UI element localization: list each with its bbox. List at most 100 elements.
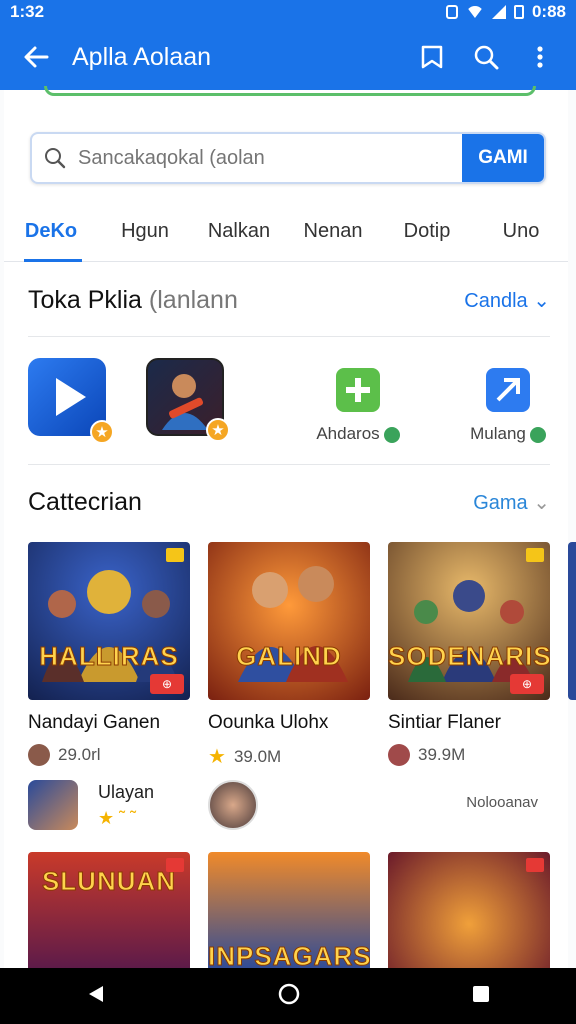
small-app-ahdaros[interactable]: Ahdaros xyxy=(308,368,408,444)
featured-apps: ★ ★ Ahdaros Mulang xyxy=(28,358,550,458)
game-card-title: Nandayi Ganen xyxy=(28,712,161,733)
small-app-label-text: Mulang xyxy=(470,424,526,443)
game-card-image: SLUNUAN xyxy=(28,852,190,972)
square-recents-icon xyxy=(473,985,489,1002)
game-card-image: INPSAGARS xyxy=(208,852,370,972)
nav-home-button[interactable] xyxy=(277,982,301,1011)
search-icon xyxy=(474,45,499,70)
triangle-back-icon xyxy=(89,985,103,1002)
arrow-left-icon xyxy=(24,46,49,68)
search-input[interactable] xyxy=(78,146,462,170)
tab-nalkan[interactable]: Nalkan xyxy=(192,208,286,261)
featured-title: Toka Pklia (lanlann xyxy=(28,286,238,315)
tag-icon xyxy=(526,858,544,872)
divider xyxy=(28,336,550,337)
bookmark-button[interactable] xyxy=(410,35,454,79)
more-vert-icon xyxy=(537,46,543,68)
game-card[interactable]: SODENARIS ⊕ Sintiar Flaner 39.9M xyxy=(388,542,550,766)
check-badge-icon xyxy=(383,426,400,443)
featured-link[interactable]: Candla ⌄ xyxy=(464,288,550,313)
app-screen: 1:32 0:88 Aplla Aolaan Sancakaqokal (aol… xyxy=(0,0,576,1024)
categories-title: Cattecrian xyxy=(28,488,142,516)
game-art-title: SODENARIS xyxy=(388,641,550,672)
plus-icon xyxy=(346,378,370,402)
game-card[interactable] xyxy=(388,852,550,972)
more-options-button[interactable] xyxy=(518,35,562,79)
small-app-mulang[interactable]: Mulang xyxy=(458,368,558,444)
star-badge-icon: ★ xyxy=(90,420,114,444)
categories-header: Cattecrian Gama ⌄ xyxy=(28,488,550,517)
game-card-meta: 29.0rl xyxy=(28,744,190,766)
chevron-down-icon: ⌄ xyxy=(533,492,550,514)
tab-hgun[interactable]: Hgun xyxy=(98,208,192,261)
status-bar: 1:32 0:88 xyxy=(0,0,576,24)
rating-badge: ⊕ xyxy=(150,674,184,694)
bookmark-icon xyxy=(421,45,443,69)
game-cards: HALLIRAS ⊕ Nandayi Ganen 29.0rl GALIND O… xyxy=(28,542,576,782)
game-card-image xyxy=(568,542,576,700)
game-card-meta-text: 39.0M xyxy=(233,746,282,766)
small-app-label: Mulang xyxy=(458,424,558,444)
status-time: 1:32 xyxy=(10,2,45,21)
video-player-app-icon[interactable]: ★ xyxy=(28,358,114,444)
circle-home-icon xyxy=(278,983,300,1004)
search-button[interactable] xyxy=(464,35,508,79)
game-card[interactable]: HALLIRAS ⊕ Nandayi Ganen 29.0rl xyxy=(28,542,190,766)
creator-avatar[interactable] xyxy=(28,780,78,830)
game-art-title: GALIND xyxy=(236,641,342,672)
heroes-artwork xyxy=(238,566,348,682)
game-card-image xyxy=(388,852,550,972)
game-card-title: Oounka Ulohx xyxy=(208,712,329,733)
wifi-icon xyxy=(465,6,484,18)
nav-back-button[interactable] xyxy=(85,983,107,1010)
tag-icon xyxy=(166,548,184,562)
divider xyxy=(28,464,550,465)
categories-link[interactable]: Gama ⌄ xyxy=(473,490,550,515)
game-card-meta: 39.9M xyxy=(388,744,550,766)
send-app-icon xyxy=(486,368,530,412)
creator-name: Ulayan xyxy=(98,782,155,802)
app-bar: Aplla Aolaan xyxy=(0,24,576,90)
game-card[interactable]: GALIND Oounka Ulohx ★ 39.0M xyxy=(208,542,370,769)
battery-icon xyxy=(513,5,524,19)
game-card[interactable]: INPSAGARS xyxy=(208,852,370,972)
arrow-up-right-icon xyxy=(496,378,520,402)
avatar-icon xyxy=(28,744,50,766)
tag-icon xyxy=(166,858,184,872)
game-card[interactable]: SLUNUAN xyxy=(28,852,190,972)
categories-link-label: Gama xyxy=(473,492,528,514)
status-icons: 0:88 xyxy=(445,2,566,22)
more-game-cards: SLUNUAN INPSAGARS xyxy=(28,852,576,972)
search-submit-button[interactable]: GAMI xyxy=(462,134,544,182)
signal-icon xyxy=(491,5,506,19)
back-button[interactable] xyxy=(14,35,58,79)
game-card-partial[interactable] xyxy=(568,542,576,700)
tab-nenan[interactable]: Nenan xyxy=(286,208,380,261)
check-badge-icon xyxy=(529,426,546,443)
search-bar: GAMI xyxy=(30,132,546,184)
game-card-image: HALLIRAS ⊕ xyxy=(28,542,190,700)
small-app-label: Ahdaros xyxy=(308,424,408,444)
game-app-icon[interactable]: ★ xyxy=(146,358,230,442)
green-strip xyxy=(44,86,536,96)
small-app-label-text: Ahdaros xyxy=(316,424,380,443)
rating-badge: ⊕ xyxy=(510,674,544,694)
tab-deko[interactable]: DeKo xyxy=(4,208,98,262)
featured-title-text: Toka Pklia xyxy=(28,286,142,314)
nav-recents-button[interactable] xyxy=(471,984,491,1009)
tab-dotip[interactable]: Dotip xyxy=(380,208,474,261)
creator-right-text: Nolooanav xyxy=(466,794,538,811)
content-sheet: GAMI DeKo Hgun Nalkan Nenan Dotip Uno To… xyxy=(4,86,576,972)
star-badge-icon: ★ xyxy=(206,418,230,442)
game-card-meta: ★ 39.0M xyxy=(208,744,370,769)
plus-app-icon xyxy=(336,368,380,412)
game-card-image: GALIND xyxy=(208,542,370,700)
star-rating-icon: ★ ˜ ˜ xyxy=(98,808,137,828)
tab-uno[interactable]: Uno xyxy=(474,208,568,261)
featured-subtitle: (lanlann xyxy=(148,286,238,314)
creator-row: Ulayan ★ ˜ ˜ Nolooanav xyxy=(28,780,568,836)
user-avatar[interactable] xyxy=(208,780,258,830)
avatar-icon xyxy=(388,744,410,766)
star-icon: ★ xyxy=(208,746,226,768)
tag-icon xyxy=(526,548,544,562)
